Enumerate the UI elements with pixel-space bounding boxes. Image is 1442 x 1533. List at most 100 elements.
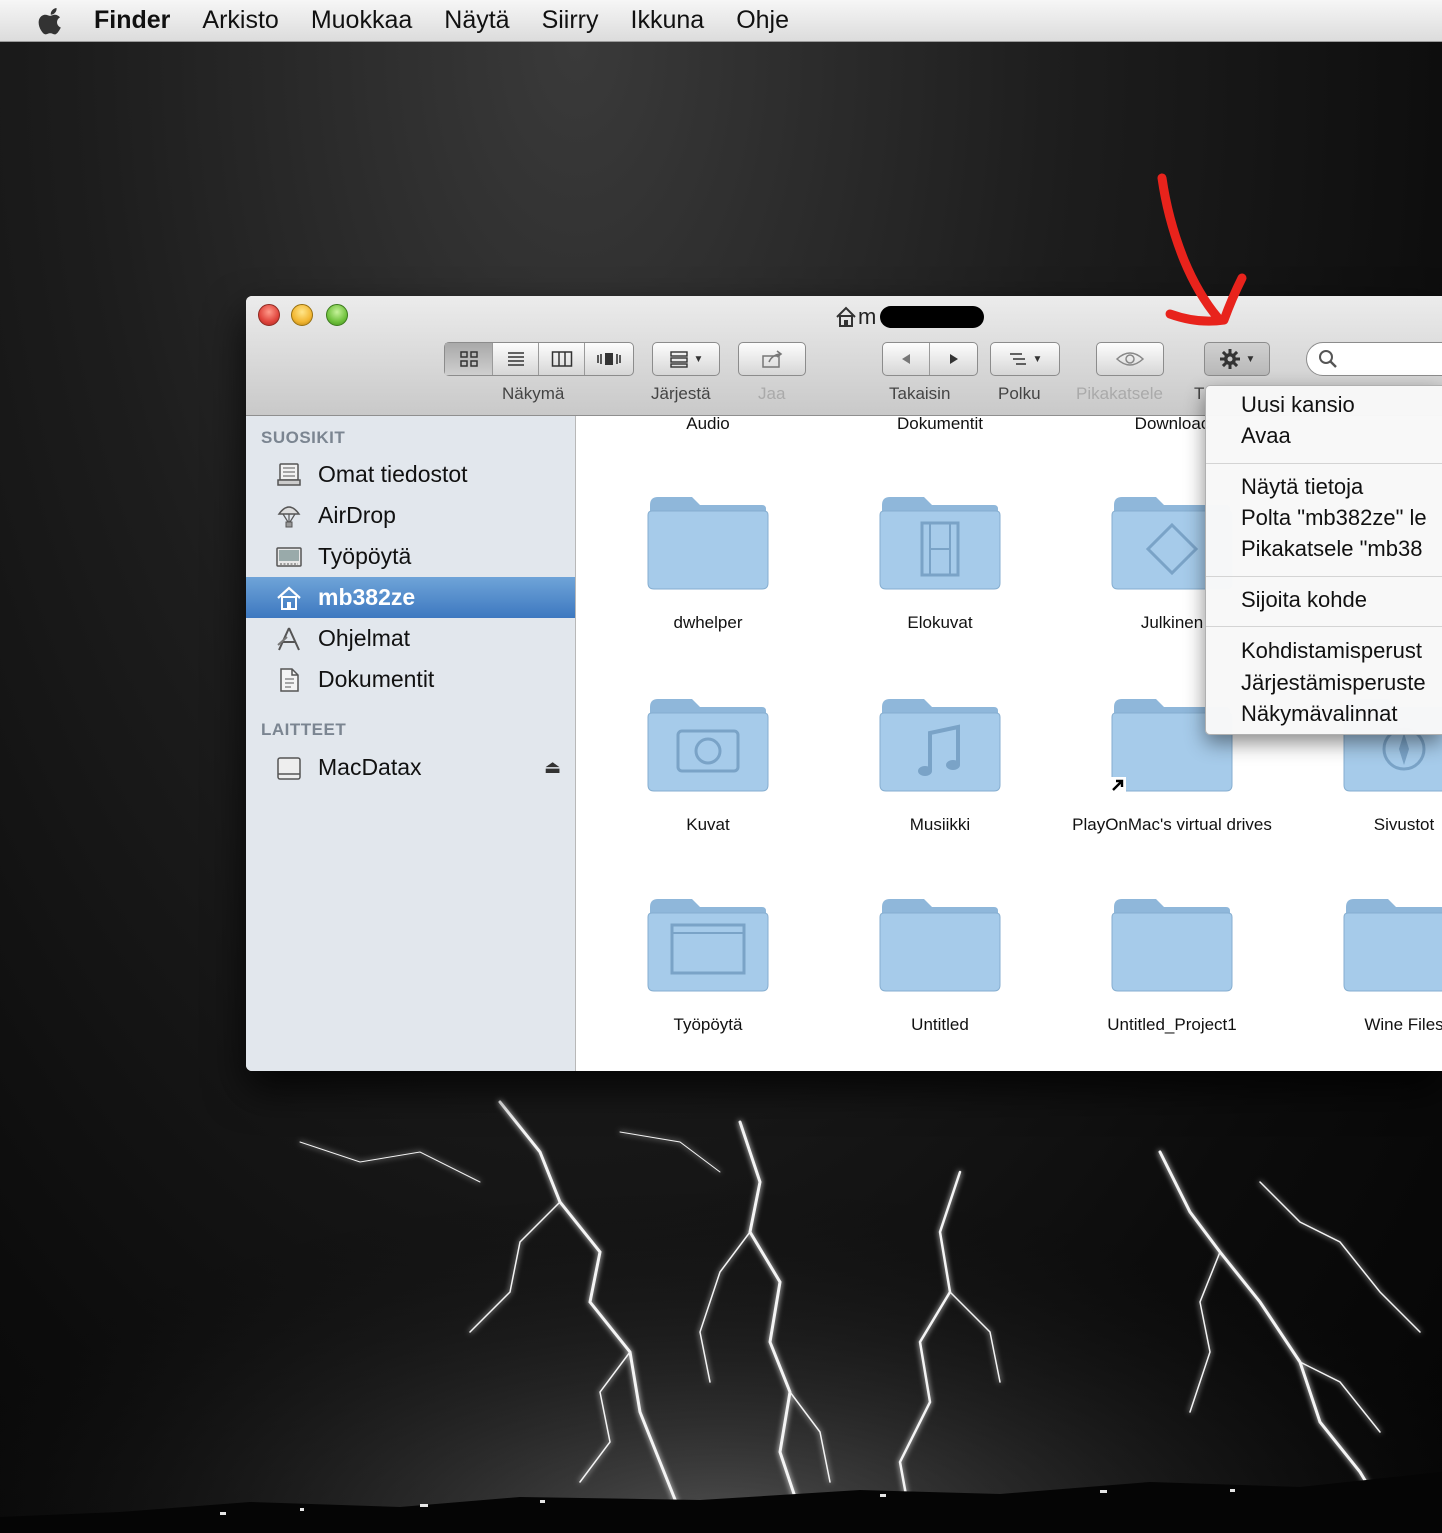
list-view-button[interactable] — [493, 343, 539, 375]
sidebar-item-macdatax[interactable]: MacDatax ⏏ — [246, 747, 575, 788]
sidebar-item-applications[interactable]: Ohjelmat — [246, 618, 575, 659]
sidebar-item-label: Ohjelmat — [318, 625, 411, 651]
applications-icon — [274, 624, 304, 654]
back-label: Takaisin — [889, 384, 951, 403]
folder-item[interactable]: Kuvat — [598, 693, 818, 836]
menu-item-show-original[interactable]: Sijoita kohde — [1241, 587, 1367, 613]
music-folder-icon — [879, 699, 1001, 792]
back-arrow-icon — [902, 354, 910, 364]
airdrop-icon — [274, 501, 304, 531]
menu-muokkaa[interactable]: Muokkaa — [311, 6, 412, 35]
minimize-button[interactable] — [291, 304, 313, 326]
menu-item-burn[interactable]: Polta "mb382ze" le — [1241, 505, 1427, 531]
disk-icon — [274, 753, 304, 783]
menu-ikkuna[interactable]: Ikkuna — [631, 6, 705, 35]
icon-view-button[interactable] — [445, 343, 493, 375]
menu-ohje[interactable]: Ohje — [736, 6, 789, 35]
all-files-icon — [274, 460, 304, 490]
menu-separator — [1206, 576, 1442, 577]
item-name: Untitled — [911, 1015, 969, 1034]
folder-item[interactable]: Elokuvat — [830, 491, 1050, 634]
folder-icon — [879, 899, 1001, 992]
eject-icon[interactable]: ⏏ — [544, 757, 561, 778]
sidebar-item-label: MacDatax — [318, 754, 422, 780]
folder-icon — [647, 497, 769, 590]
folder-item[interactable]: Untitled_Project1 — [1062, 893, 1282, 1036]
sidebar-item-airdrop[interactable]: AirDrop — [246, 495, 575, 536]
item-name: Wine Files — [1364, 1015, 1442, 1034]
arrange-icon — [669, 351, 688, 368]
chevron-down-icon: ▼ — [1032, 353, 1043, 365]
forward-arrow-icon — [949, 354, 958, 364]
apple-menu-icon[interactable] — [34, 6, 68, 36]
folder-icon — [1111, 899, 1233, 992]
menu-item-new-folder[interactable]: Uusi kansio — [1241, 392, 1355, 418]
quicklook-button[interactable] — [1096, 342, 1164, 376]
menu-item-clean-up-by[interactable]: Kohdistamisperust — [1241, 638, 1422, 664]
eye-icon — [1115, 352, 1145, 366]
menu-item-get-info[interactable]: Näytä tietoja — [1241, 474, 1363, 500]
back-forward-control[interactable] — [882, 342, 978, 376]
menu-item-open[interactable]: Avaa — [1241, 423, 1291, 449]
item-name: Sivustot — [1373, 815, 1435, 834]
annotation-arrow — [1157, 173, 1247, 326]
folder-item[interactable]: dwhelper — [598, 491, 818, 634]
home-icon — [836, 306, 856, 327]
item-name: Elokuvat — [907, 613, 973, 632]
share-icon — [762, 350, 783, 368]
arrange-button[interactable]: ▼ — [652, 342, 720, 376]
folder-item[interactable]: Työpöytä — [598, 893, 818, 1036]
folder-icon — [1343, 899, 1442, 992]
item-label-cut[interactable]: Audio — [608, 416, 808, 434]
item-name: Musiikki — [909, 815, 971, 834]
search-icon — [1319, 350, 1337, 368]
action-button[interactable]: ▼ — [1204, 342, 1270, 376]
folder-item[interactable]: Wine Files — [1294, 893, 1442, 1036]
forward-button[interactable] — [930, 343, 977, 375]
list-view-icon — [507, 352, 524, 366]
column-view-icon — [551, 351, 572, 367]
column-view-button[interactable] — [539, 343, 585, 375]
documents-icon — [274, 665, 304, 695]
desktop-icon — [274, 542, 304, 572]
sidebar-item-documents[interactable]: Dokumentit — [246, 659, 575, 700]
view-label: Näkymä — [502, 384, 565, 403]
search-input[interactable] — [1306, 342, 1442, 376]
menu-item-arrange-by[interactable]: Järjestämisperuste — [1241, 670, 1426, 696]
back-button[interactable] — [883, 343, 931, 375]
redaction-mark — [880, 306, 985, 328]
zoom-button[interactable] — [326, 304, 348, 326]
window-title-text: m — [858, 304, 877, 329]
quicklook-label: Pikakatsele — [1076, 384, 1163, 403]
item-label-cut[interactable]: Dokumentit — [840, 416, 1040, 434]
sidebar-item-home[interactable]: mb382ze — [246, 577, 575, 618]
sidebar: SUOSIKIT Omat tiedostot AirDrop Työpöytä… — [246, 416, 576, 1071]
coverflow-view-icon — [597, 353, 621, 365]
close-button[interactable] — [258, 304, 280, 326]
menu-arkisto[interactable]: Arkisto — [202, 6, 278, 35]
item-name: Työpöytä — [673, 1015, 743, 1034]
gear-icon — [1219, 349, 1240, 369]
menu-finder[interactable]: Finder — [94, 6, 170, 35]
sidebar-item-desktop[interactable]: Työpöytä — [246, 536, 575, 577]
share-button[interactable] — [738, 342, 806, 376]
menu-siirry[interactable]: Siirry — [542, 6, 599, 35]
menu-separator — [1206, 626, 1442, 627]
desktop-folder-icon — [647, 899, 769, 992]
menu-bar: Finder Arkisto Muokkaa Näytä Siirry Ikku… — [0, 0, 1442, 42]
item-name: dwhelper — [673, 613, 743, 632]
menu-separator — [1206, 463, 1442, 464]
folder-item[interactable]: Musiikki — [830, 693, 1050, 836]
sidebar-header-devices: LAITTEET — [261, 720, 347, 739]
folder-item[interactable]: Untitled — [830, 893, 1050, 1036]
view-mode-control[interactable] — [444, 342, 634, 376]
action-label-partial: T — [1194, 384, 1205, 403]
sidebar-item-all-files[interactable]: Omat tiedostot — [246, 454, 575, 495]
coverflow-view-button[interactable] — [585, 343, 633, 375]
item-name: Kuvat — [686, 815, 730, 834]
item-name: Untitled_Project1 — [1107, 1015, 1237, 1034]
path-button[interactable]: ▼ — [990, 342, 1060, 376]
menu-nayta[interactable]: Näytä — [444, 6, 509, 35]
menu-item-quick-look[interactable]: Pikakatsele "mb38 — [1241, 536, 1422, 562]
menu-item-view-options[interactable]: Näkymävalinnat — [1241, 701, 1398, 727]
